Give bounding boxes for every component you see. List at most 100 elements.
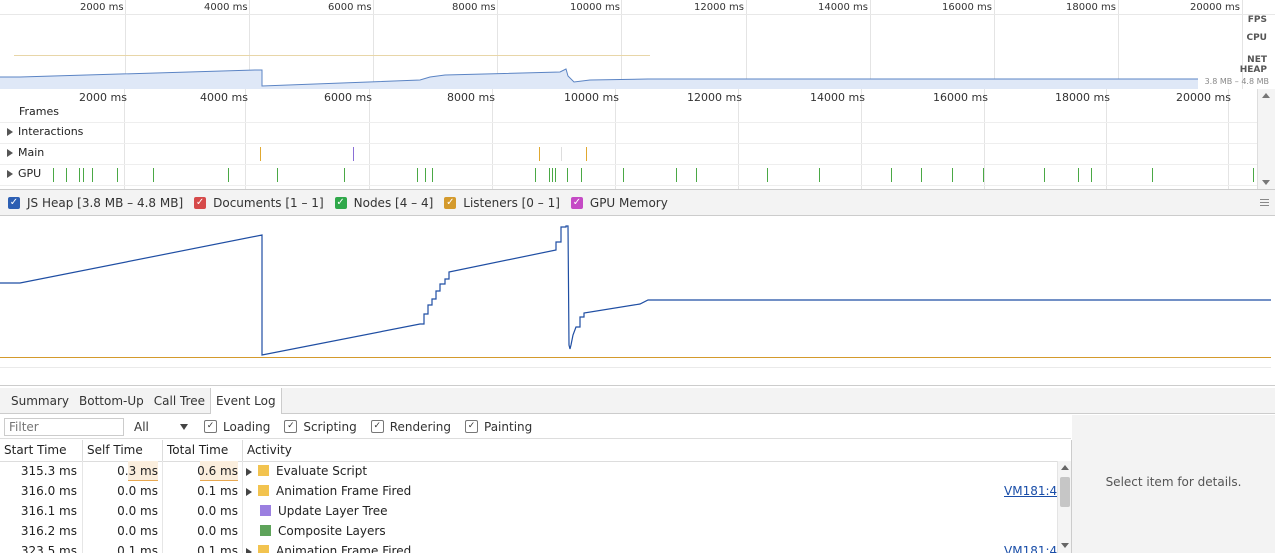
activity-cell: Animation Frame Fired (246, 481, 411, 501)
header-activity[interactable]: Activity (242, 440, 1071, 461)
net-label: NET (1247, 55, 1267, 65)
category-select-value: All (134, 419, 149, 434)
self-time-cell: 0.0 ms (117, 484, 158, 498)
heap-overview-graph (0, 68, 1198, 89)
total-time-cell: 0.0 ms (197, 524, 238, 538)
header-start-time[interactable]: Start Time (0, 440, 82, 461)
checkbox-checked-icon[interactable]: ✓ (444, 196, 457, 209)
flame-chart[interactable]: 2000 ms 4000 ms 6000 ms 8000 ms 10000 ms… (0, 89, 1275, 190)
tab-call-tree[interactable]: Call Tree (149, 388, 210, 414)
scroll-thumb[interactable] (1060, 477, 1070, 507)
counters-legend: ✓ JS Heap [3.8 MB – 4.8 MB] ✓ Documents [1… (0, 190, 1275, 216)
flame-scrollbar[interactable] (1257, 89, 1275, 189)
event-log-toolbar: All ✓ Loading ✓ Scripting ✓ Rendering ✓ Pain… (0, 415, 1071, 439)
start-time-cell: 316.2 ms (20, 524, 77, 538)
tab-event-log[interactable]: Event Log (209, 388, 282, 414)
filter-label: Scripting (303, 419, 357, 434)
expand-arrow-icon[interactable] (246, 467, 252, 476)
legend-js-heap[interactable]: ✓ JS Heap [3.8 MB – 4.8 MB] (8, 196, 183, 210)
self-time-cell: 0.1 ms (117, 544, 158, 553)
legend-nodes[interactable]: ✓ Nodes [4 – 4] (334, 195, 434, 210)
timeline-overview[interactable]: 2000 ms 4000 ms 6000 ms 8000 ms 10000 ms… (0, 0, 1275, 90)
checkbox-checked-icon[interactable]: ✓ (465, 420, 478, 433)
legend-documents[interactable]: ✓ Documents [1 – 1] (194, 196, 324, 210)
filter-rendering[interactable]: ✓ Rendering (370, 419, 451, 434)
legend-label: Nodes [4 – 4] (353, 195, 434, 210)
table-row[interactable]: 323.5 ms 0.1 ms 0.1 ms Animation Frame F… (0, 541, 1057, 553)
category-swatch (260, 525, 271, 536)
checkbox-checked-icon[interactable]: ✓ (204, 420, 217, 433)
source-link[interactable]: VM181:4 (1004, 541, 1057, 553)
filter-label: Loading (223, 419, 271, 434)
legend-gpu-memory[interactable]: ✓ GPU Memory (570, 196, 668, 210)
table-row[interactable]: 316.1 ms 0.0 ms 0.0 ms Update Layer Tree (0, 501, 1057, 521)
details-pane: Select item for details. (1072, 415, 1275, 553)
table-row[interactable]: 315.3 ms 0.3 ms 0.6 ms Evaluate Script (0, 461, 1057, 481)
legend-label: Documents [1 – 1] (213, 195, 324, 210)
category-select[interactable]: All (132, 420, 188, 434)
tab-summary[interactable]: Summary (6, 388, 74, 414)
start-time-cell: 315.3 ms (20, 464, 77, 478)
header-self-time[interactable]: Self Time (82, 440, 162, 461)
activity-label: Evaluate Script (276, 464, 368, 478)
filter-loading[interactable]: ✓ Loading (204, 420, 270, 434)
legend-listeners[interactable]: ✓ Listeners [0 – 1] (444, 196, 560, 210)
flame-events (53, 147, 1254, 182)
total-time-cell: 0.0 ms (197, 504, 238, 518)
chevron-down-icon (180, 423, 188, 430)
start-time-cell: 316.1 ms (20, 504, 77, 518)
start-time-cell: 323.5 ms (20, 544, 77, 553)
table-row[interactable]: 316.0 ms 0.0 ms 0.1 ms Animation Frame F… (0, 481, 1057, 501)
checkbox-checked-icon[interactable]: ✓ (570, 196, 583, 209)
expand-arrow-icon[interactable] (246, 547, 252, 553)
total-time-cell: 0.1 ms (197, 544, 238, 553)
tab-bottom-up[interactable]: Bottom-Up (74, 388, 149, 414)
self-time-cell: 0.0 ms (117, 524, 158, 538)
checkbox-checked-icon[interactable]: ✓ (284, 420, 298, 433)
checkbox-checked-icon[interactable]: ✓ (8, 196, 20, 209)
filter-scripting[interactable]: ✓ Scripting (284, 419, 357, 434)
heap-label: HEAP (1239, 65, 1267, 75)
self-time-cell: 0.3 ms (117, 464, 158, 478)
table-row[interactable]: 316.2 ms 0.0 ms 0.0 ms Composite Layers (0, 521, 1057, 541)
menu-icon[interactable] (1260, 199, 1269, 206)
category-swatch (258, 485, 269, 496)
details-tabbar: Summary Bottom-Up Call Tree Event Log (0, 388, 1275, 414)
activity-cell: Update Layer Tree (260, 501, 388, 521)
filter-input[interactable] (4, 417, 124, 436)
fps-label: FPS (1247, 15, 1267, 25)
expand-arrow-icon[interactable] (246, 487, 252, 496)
header-total-time[interactable]: Total Time (162, 440, 242, 461)
activity-cell: Animation Frame Fired (246, 541, 411, 553)
table-scrollbar[interactable] (1057, 461, 1071, 553)
filter-painting[interactable]: ✓ Painting (465, 420, 532, 434)
activity-label: Composite Layers (278, 524, 386, 538)
total-time-cell: 0.1 ms (197, 484, 238, 498)
legend-label: Listeners [0 – 1] (463, 195, 560, 210)
category-swatch (260, 505, 271, 516)
activity-label: Animation Frame Fired (276, 484, 412, 498)
activity-label: Animation Frame Fired (276, 544, 412, 553)
scroll-down-arrow-icon[interactable] (1061, 543, 1069, 548)
category-swatch (258, 465, 269, 476)
filter-label: Painting (484, 419, 533, 434)
table-header: Start Time Self Time Total Time Activity (0, 440, 1071, 462)
cpu-label: CPU (1246, 33, 1267, 43)
details-placeholder: Select item for details. (1105, 475, 1242, 489)
filter-label: Rendering (389, 419, 451, 434)
memory-counter-graph[interactable] (0, 217, 1275, 386)
scroll-up-arrow-icon[interactable] (1061, 465, 1069, 470)
checkbox-checked-icon[interactable]: ✓ (194, 196, 207, 209)
activity-cell: Composite Layers (260, 521, 386, 541)
self-time-cell: 0.0 ms (117, 504, 158, 518)
activity-cell: Evaluate Script (246, 461, 367, 481)
total-time-cell: 0.6 ms (197, 464, 238, 478)
source-link[interactable]: VM181:4 (1004, 481, 1057, 501)
scroll-up-arrow-icon[interactable] (1262, 93, 1270, 98)
category-swatch (258, 545, 269, 553)
event-log-table: Start Time Self Time Total Time Activity… (0, 440, 1072, 553)
checkbox-checked-icon[interactable]: ✓ (370, 420, 384, 433)
checkbox-checked-icon[interactable]: ✓ (334, 196, 347, 209)
start-time-cell: 316.0 ms (20, 484, 77, 498)
scroll-down-arrow-icon[interactable] (1262, 180, 1270, 185)
